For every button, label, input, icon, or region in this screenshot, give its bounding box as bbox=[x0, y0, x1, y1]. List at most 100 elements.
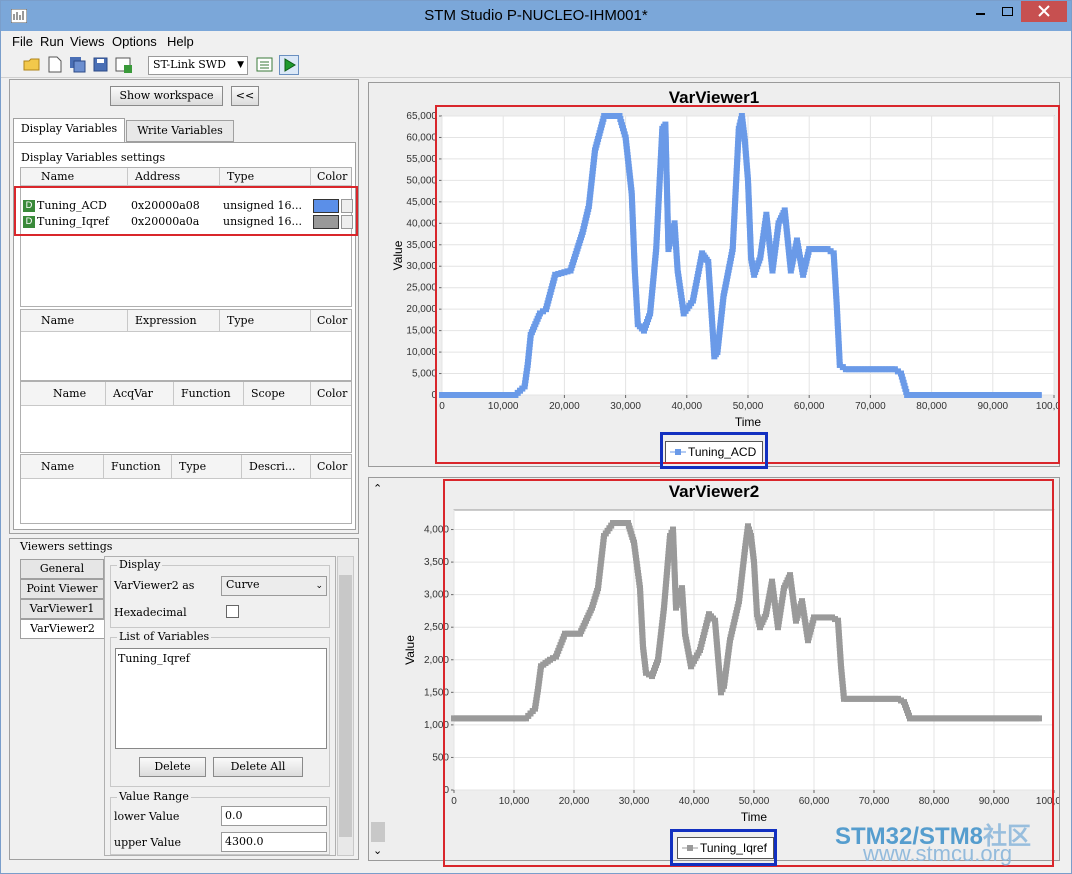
x-tick-label: 10,000 bbox=[488, 401, 519, 412]
y-tick-label: 2,000 bbox=[424, 655, 449, 666]
display-group: Display VarViewer2 as Curve ⌄ Hexadecimal bbox=[110, 558, 330, 628]
hexadecimal-checkbox[interactable] bbox=[226, 605, 239, 618]
y-tick-label: 2,500 bbox=[424, 622, 449, 633]
x-tick-label: 10,000 bbox=[499, 796, 530, 807]
header-address[interactable]: Address bbox=[131, 168, 180, 186]
toolbar: ST-Link SWD ▼ bbox=[1, 52, 1071, 78]
x-tick-label: 20,000 bbox=[559, 796, 590, 807]
y-tick-label: 55,000 bbox=[406, 154, 437, 165]
connection-select[interactable]: ST-Link SWD ▼ bbox=[148, 56, 248, 75]
y-tick-label: 30,000 bbox=[406, 261, 437, 272]
lower-value-input[interactable]: 0.0 bbox=[221, 806, 327, 826]
viewers-settings-title: Viewers settings bbox=[20, 540, 113, 553]
upper-value-input[interactable]: 4300.0 bbox=[221, 832, 327, 852]
show-workspace-button[interactable]: Show workspace bbox=[110, 86, 223, 106]
y-tick-label: 1,500 bbox=[424, 687, 449, 698]
export-icon[interactable] bbox=[115, 56, 133, 73]
open-folder-icon[interactable] bbox=[23, 56, 41, 73]
table-row[interactable]: D Tuning_ACD 0x20000a08 unsigned 16... bbox=[21, 198, 353, 214]
table-header: Name Address Type Color bbox=[21, 168, 351, 186]
tab-varviewer2[interactable]: VarViewer2 bbox=[20, 619, 104, 639]
y-tick-label: 25,000 bbox=[406, 283, 437, 294]
legend-tuning-iqref[interactable]: Tuning_Iqref bbox=[677, 837, 774, 859]
x-tick-label: 90,000 bbox=[978, 401, 1009, 412]
section-title: Display Variables settings bbox=[21, 151, 166, 164]
y-tick-label: 0 bbox=[431, 390, 437, 401]
varviewer2-chart[interactable]: 0 500 1,000 1,500 2,000 2,500 3,000 3,500 4,000 0… bbox=[369, 478, 1059, 860]
chevron-down-icon: ▼ bbox=[237, 60, 244, 70]
x-tick-label: 30,000 bbox=[619, 796, 650, 807]
menu-help[interactable]: Help bbox=[167, 34, 194, 49]
list-item[interactable]: Tuning_Iqref bbox=[118, 652, 190, 665]
variables-listbox[interactable]: Tuning_Iqref bbox=[115, 648, 327, 749]
legend-marker bbox=[670, 442, 686, 468]
tab-point-viewer[interactable]: Point Viewer bbox=[20, 579, 104, 599]
header-color[interactable]: Color bbox=[313, 168, 347, 186]
x-tick-label: 50,000 bbox=[739, 796, 770, 807]
menu-options[interactable]: Options bbox=[112, 34, 157, 49]
y-tick-label: 15,000 bbox=[406, 326, 437, 337]
menu-file[interactable]: File bbox=[12, 34, 33, 49]
color-swatch[interactable] bbox=[313, 215, 339, 229]
x-tick-label: 80,000 bbox=[919, 796, 950, 807]
y-tick-label: 45,000 bbox=[406, 197, 437, 208]
display-as-select[interactable]: Curve ⌄ bbox=[221, 576, 327, 596]
menu-views[interactable]: Views bbox=[70, 34, 104, 49]
legend-tuning-acd[interactable]: Tuning_ACD bbox=[665, 441, 764, 463]
close-button[interactable] bbox=[1021, 1, 1067, 22]
x-tick-label: 20,000 bbox=[549, 401, 580, 412]
new-file-icon[interactable] bbox=[46, 56, 64, 73]
scrollbar[interactable] bbox=[337, 556, 354, 856]
maximize-button[interactable] bbox=[994, 1, 1021, 22]
y-axis-label: Value bbox=[391, 240, 405, 270]
varviewer2-panel: ⌃ ⌄ VarViewer2 0 500 1,000 1,500 2,000 2,500 3… bbox=[368, 477, 1060, 861]
scrollbar-thumb[interactable] bbox=[339, 575, 352, 837]
watermark-url: www.stmcu.org bbox=[863, 841, 1013, 866]
minimize-button[interactable] bbox=[967, 1, 994, 22]
save-icon[interactable] bbox=[92, 56, 110, 73]
x-axis-label: Time bbox=[735, 415, 762, 429]
x-tick-label: 30,000 bbox=[610, 401, 641, 412]
menu-run[interactable]: Run bbox=[40, 34, 64, 49]
varviewer1-panel: VarViewer1 0 5,000 10,000 15,000 20,000 25,00… bbox=[368, 82, 1060, 467]
y-tick-label: 3,000 bbox=[424, 590, 449, 601]
collapse-button[interactable]: << bbox=[231, 86, 259, 106]
app-window: STM Studio P-NUCLEO-IHM001* File Run Vie… bbox=[0, 0, 1072, 874]
x-tick-label: 60,000 bbox=[799, 796, 830, 807]
color-picker-button[interactable] bbox=[341, 199, 353, 213]
legend-marker bbox=[682, 838, 698, 864]
x-tick-label: 0 bbox=[439, 401, 445, 412]
chevron-down-icon: ⌄ bbox=[315, 581, 323, 591]
color-picker-button[interactable] bbox=[341, 215, 353, 229]
y-tick-label: 65,000 bbox=[406, 111, 437, 122]
viewers-settings-panel: Viewers settings General Point Viewer Va… bbox=[9, 538, 359, 860]
tab-write-variables[interactable]: Write Variables bbox=[126, 120, 234, 142]
table-header: Name Function Type Descri... Color bbox=[21, 455, 351, 479]
tab-varviewer1[interactable]: VarViewer1 bbox=[20, 599, 104, 619]
tab-general[interactable]: General bbox=[20, 559, 104, 579]
header-name[interactable]: Name bbox=[37, 168, 74, 186]
y-tick-label: 40,000 bbox=[406, 218, 437, 229]
list-of-variables-group: List of Variables Tuning_Iqref Delete De… bbox=[110, 630, 330, 787]
header-type[interactable]: Type bbox=[223, 168, 254, 186]
delete-button[interactable]: Delete bbox=[139, 757, 206, 777]
y-tick-label: 4,000 bbox=[424, 525, 449, 536]
value-range-group: Value Range lower Value 0.0 upper Value … bbox=[110, 790, 330, 855]
delete-all-button[interactable]: Delete All bbox=[213, 757, 303, 777]
varviewer1-chart[interactable]: 0 5,000 10,000 15,000 20,000 25,000 30,000 35,0… bbox=[369, 83, 1059, 466]
acquisition-table: Name AcqVar Function Scope Color bbox=[20, 381, 352, 453]
settings-list-icon[interactable] bbox=[256, 56, 274, 73]
run-button[interactable] bbox=[279, 55, 299, 75]
color-swatch[interactable] bbox=[313, 199, 339, 213]
x-axis-label: Time bbox=[741, 810, 768, 824]
display-var-icon: D bbox=[23, 200, 35, 212]
x-tick-label: 0 bbox=[451, 796, 457, 807]
y-tick-label: 35,000 bbox=[406, 240, 437, 251]
save-all-icon[interactable] bbox=[69, 56, 87, 73]
play-icon bbox=[284, 58, 296, 72]
display-variables-page: Display Variables settings Name Address … bbox=[13, 142, 356, 530]
table-row[interactable]: D Tuning_Iqref 0x20000a0a unsigned 16... bbox=[21, 214, 353, 230]
y-tick-label: 50,000 bbox=[406, 175, 437, 186]
tab-display-variables[interactable]: Display Variables bbox=[13, 118, 125, 142]
x-tick-label: 80,000 bbox=[916, 401, 947, 412]
